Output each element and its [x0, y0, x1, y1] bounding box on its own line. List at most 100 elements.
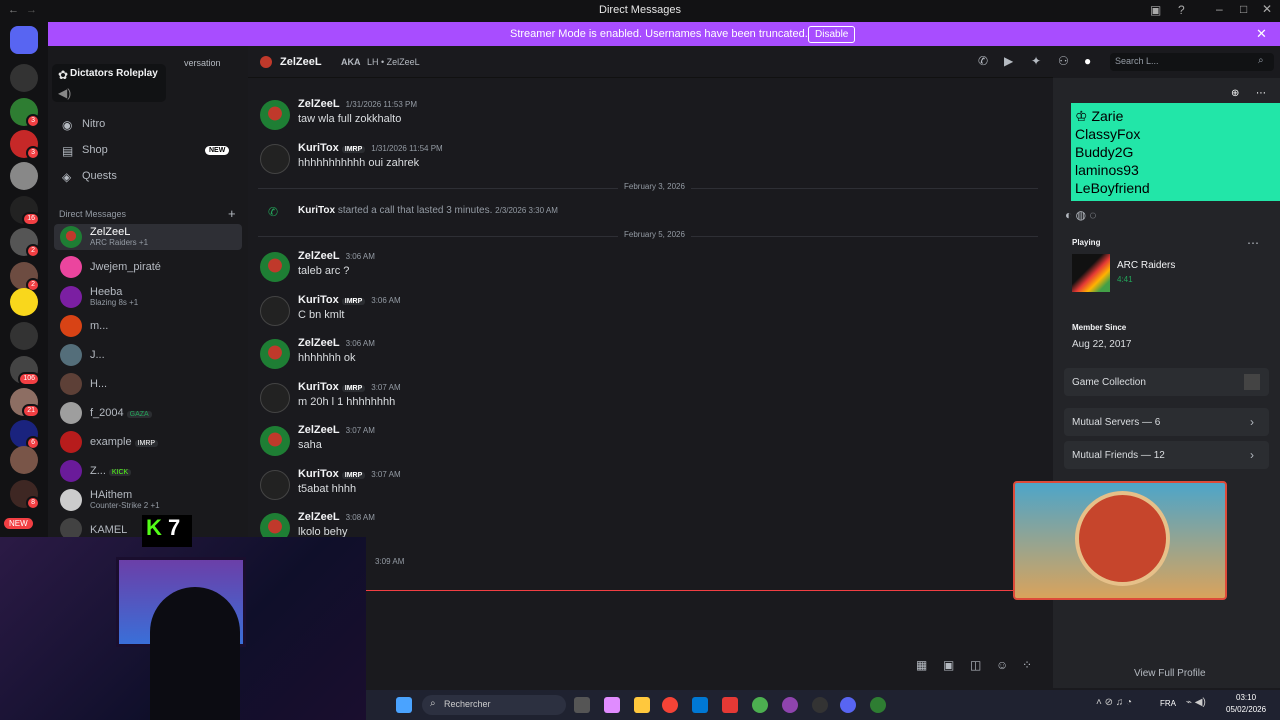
copilot-icon[interactable]: [604, 697, 620, 713]
chrome-icon[interactable]: [662, 697, 678, 713]
more-icon[interactable]: ⋯: [1247, 236, 1259, 250]
dm-item[interactable]: f_2004 GAZA: [54, 400, 242, 426]
gift-icon[interactable]: ▦: [916, 658, 927, 672]
emoji-icon[interactable]: ☺: [996, 658, 1008, 672]
author-name[interactable]: ZelZeeL: [298, 98, 340, 110]
game-collection-row[interactable]: Game Collection: [1064, 368, 1269, 396]
server-icon[interactable]: 2: [10, 262, 40, 292]
server-icon[interactable]: [10, 64, 38, 92]
server-icon[interactable]: [10, 162, 38, 190]
author-name[interactable]: KuriTox: [298, 142, 339, 154]
close-banner-icon[interactable]: ✕: [1256, 26, 1267, 42]
avatar[interactable]: [260, 252, 290, 282]
server-icon[interactable]: 6: [10, 420, 40, 450]
avatar[interactable]: [260, 296, 290, 326]
nav-nitro[interactable]: Nitro: [82, 118, 105, 130]
more-options-icon[interactable]: ⋯: [1256, 88, 1266, 99]
video-call-icon[interactable]: ▶: [1004, 54, 1013, 68]
browser-icon[interactable]: [782, 697, 798, 713]
app-icon[interactable]: [692, 697, 708, 713]
avatar[interactable]: [260, 100, 290, 130]
taskbar-search[interactable]: ⌕ Rechercher: [422, 695, 566, 715]
help-icon[interactable]: ?: [1178, 3, 1185, 17]
sticker-icon[interactable]: ◫: [970, 658, 981, 672]
message-input-bar[interactable]: ▦ ▣ ◫ ☺ ⁘: [366, 650, 1053, 690]
author-name[interactable]: ZelZeeL: [298, 424, 340, 436]
clock-date[interactable]: 05/02/2026: [1226, 705, 1266, 714]
pin-icon[interactable]: ✦: [1031, 54, 1041, 68]
author-name[interactable]: KuriTox: [298, 381, 339, 393]
inbox-icon[interactable]: ▣: [1150, 3, 1161, 17]
dm-item[interactable]: ZelZeeL ARC Raiders +1: [54, 224, 242, 250]
new-badge[interactable]: NEW: [4, 518, 33, 529]
view-full-profile-link[interactable]: View Full Profile: [1134, 668, 1206, 679]
server-icon[interactable]: 3: [10, 130, 40, 160]
server-icon[interactable]: 16: [10, 196, 40, 226]
mutual-friends-row[interactable]: Mutual Friends — 12 ›: [1064, 441, 1269, 469]
new-badge: NEW: [205, 146, 230, 155]
author-name[interactable]: KuriTox: [298, 205, 335, 216]
date-divider: February 5, 2026: [258, 230, 1038, 239]
server-icon[interactable]: 106: [10, 356, 40, 386]
dm-item[interactable]: Heeba Blazing 8s +1: [54, 284, 242, 310]
dm-item[interactable]: m...: [54, 313, 242, 339]
banner-text: Streamer Mode is enabled. Usernames have…: [510, 28, 808, 40]
maximize-icon[interactable]: □: [1240, 2, 1247, 16]
disable-button[interactable]: Disable: [808, 26, 856, 43]
obs-icon[interactable]: [812, 697, 828, 713]
dm-item[interactable]: example IMRP: [54, 429, 242, 455]
language-indicator[interactable]: FRA: [1160, 699, 1176, 708]
author-name[interactable]: ZelZeeL: [298, 337, 340, 349]
avatar[interactable]: [260, 383, 290, 413]
chrome-icon[interactable]: [752, 697, 768, 713]
server-icon[interactable]: [10, 322, 38, 350]
app-icon[interactable]: [722, 697, 738, 713]
server-icon[interactable]: [10, 446, 38, 474]
avatar[interactable]: [260, 426, 290, 456]
server-icon[interactable]: 2: [10, 228, 40, 258]
server-icon[interactable]: [10, 288, 38, 316]
apps-icon[interactable]: ⁘: [1022, 658, 1032, 672]
dm-item[interactable]: Jwejem_piraté: [54, 254, 242, 280]
discord-home-icon[interactable]: [10, 26, 38, 54]
dm-item[interactable]: J...: [54, 342, 242, 368]
mutual-servers-row[interactable]: Mutual Servers — 6 ›: [1064, 408, 1269, 436]
voice-call-icon[interactable]: ✆: [978, 54, 988, 68]
clock-time[interactable]: 03:10: [1236, 693, 1256, 702]
dm-name: m...: [90, 320, 109, 332]
close-window-icon[interactable]: ✕: [1262, 2, 1272, 16]
start-icon[interactable]: [396, 697, 412, 713]
server-icon[interactable]: 21: [10, 388, 40, 418]
overlay-name: ♔ Zarie: [1075, 107, 1276, 125]
add-friends-icon[interactable]: ⚇: [1058, 54, 1069, 68]
nav-shop[interactable]: Shop: [82, 144, 108, 156]
add-dm-icon[interactable]: +: [228, 206, 236, 221]
discord-taskbar-icon[interactable]: [840, 697, 856, 713]
dm-item[interactable]: Z... KICK: [54, 458, 242, 484]
server-icon[interactable]: 8: [10, 480, 40, 510]
tray-icons[interactable]: ˄ ⊘ ♫ ◔: [1096, 697, 1132, 708]
minimize-icon[interactable]: –: [1216, 2, 1223, 16]
network-volume-icons[interactable]: ⌁ ◀): [1186, 697, 1206, 708]
message-author: KuriTox IMRP 3:07 AM: [298, 381, 401, 393]
author-name[interactable]: KuriTox: [298, 468, 339, 480]
avatar[interactable]: [260, 339, 290, 369]
task-view-icon[interactable]: [574, 697, 590, 713]
chat-title[interactable]: ZelZeeL: [280, 56, 322, 68]
author-name[interactable]: ZelZeeL: [298, 250, 340, 262]
message-author: KuriTox IMRP 3:06 AM: [298, 294, 401, 306]
chrome-icon[interactable]: [870, 697, 886, 713]
file-explorer-icon[interactable]: [634, 697, 650, 713]
author-name[interactable]: ZelZeeL: [298, 511, 340, 523]
dm-item[interactable]: HAithem Counter-Strike 2 +1: [54, 487, 242, 513]
search-box[interactable]: Search L... ⌕: [1110, 53, 1274, 71]
gif-icon[interactable]: ▣: [943, 658, 954, 672]
server-icon[interactable]: 3: [10, 98, 40, 128]
nav-quests[interactable]: Quests: [82, 170, 117, 182]
avatar[interactable]: [260, 144, 290, 174]
dm-item[interactable]: H...: [54, 371, 242, 397]
add-friend-icon[interactable]: ⊕: [1231, 88, 1239, 99]
user-profile-icon[interactable]: ●: [1084, 54, 1091, 68]
avatar[interactable]: [260, 470, 290, 500]
author-name[interactable]: KuriTox: [298, 294, 339, 306]
